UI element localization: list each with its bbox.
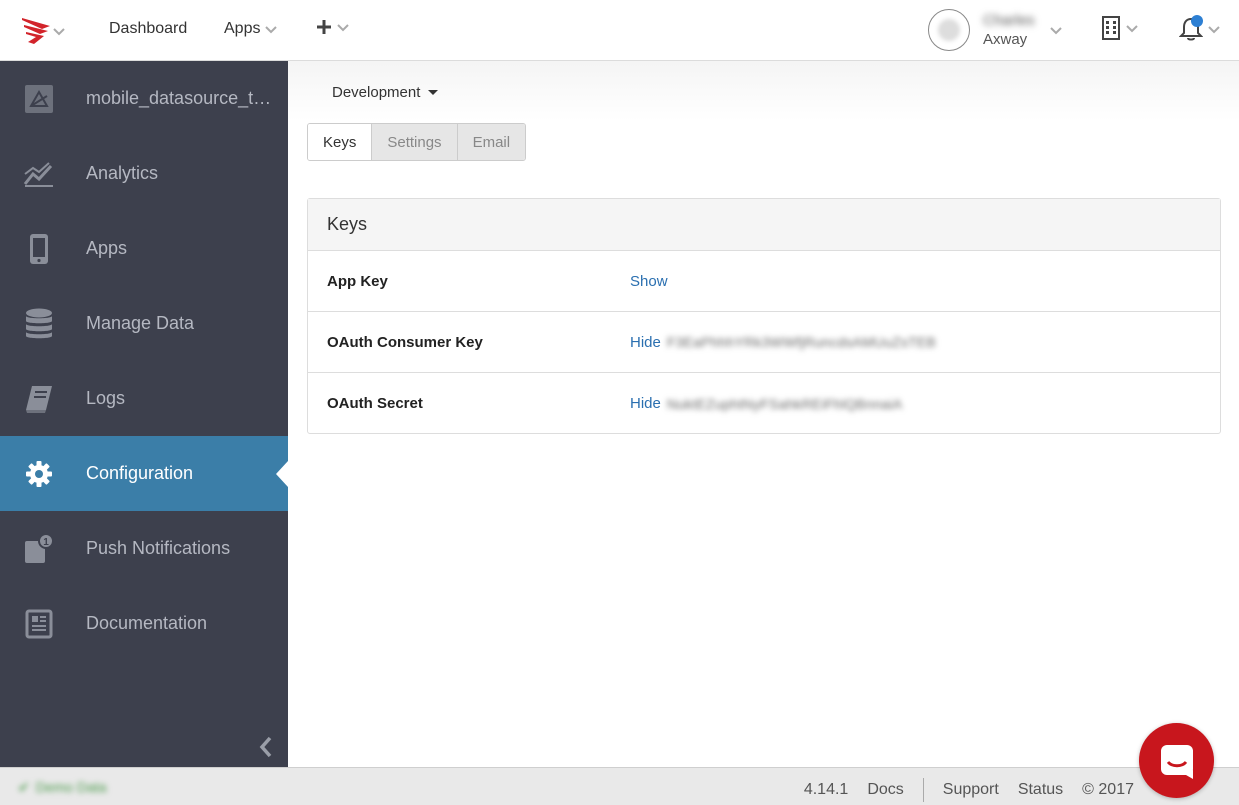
mobile-phone-icon <box>22 232 56 266</box>
footer-status: ✔ Demo Data <box>18 779 107 796</box>
footer-status-text: Demo Data <box>35 779 107 795</box>
logbook-icon <box>22 382 56 416</box>
support-link[interactable]: Support <box>943 781 999 799</box>
key-label-oauth-secret: OAuth Secret <box>327 395 423 412</box>
nav-dashboard-label: Dashboard <box>109 20 188 37</box>
user-photo-icon <box>938 19 960 41</box>
caret-down-icon <box>428 90 439 95</box>
panel-title: Keys <box>308 199 1220 251</box>
building-icon <box>1102 16 1120 40</box>
chevron-down-icon <box>1125 21 1139 35</box>
copyright-text: © 2017 <box>1082 781 1134 798</box>
sidebar-item-label: Push Notifications <box>86 538 231 558</box>
keys-panel: Keys App Key Show OAuth Consumer Key Hid… <box>307 198 1221 434</box>
main-content: Development Keys Settings Email Keys App… <box>288 61 1239 768</box>
create-new-dropdown[interactable] <box>316 19 350 35</box>
active-indicator <box>276 460 288 487</box>
environment-dropdown[interactable]: Development <box>332 84 439 101</box>
analytics-chart-icon <box>22 157 56 191</box>
chevron-down-icon <box>1207 22 1221 36</box>
key-label-app-key: App Key <box>327 272 388 290</box>
key-label-oauth-consumer-key: OAuth Consumer Key <box>327 333 483 351</box>
sidebar-item-label: Apps <box>86 238 128 258</box>
nav-apps-dropdown[interactable]: Apps <box>224 20 278 38</box>
chevron-down-icon <box>1049 23 1063 37</box>
notification-dot <box>1191 15 1203 27</box>
docs-link[interactable]: Docs <box>867 781 903 799</box>
sidebar-item-label: Manage Data <box>86 313 195 333</box>
nav-apps-label: Apps <box>224 20 261 37</box>
notification-badge-icon: 1 <box>22 532 56 566</box>
footer-divider <box>922 778 924 802</box>
sidebar-item-analytics[interactable]: Analytics <box>0 136 288 211</box>
sidebar-item-label: Analytics <box>86 163 159 183</box>
sidebar-item-label: Documentation <box>86 613 208 633</box>
chevron-down-icon <box>264 22 278 36</box>
axway-logo-icon <box>22 18 50 44</box>
app-image-icon <box>22 82 56 116</box>
config-tabs: Keys Settings Email <box>307 123 527 161</box>
oauth-secret-value: NuktEZuphtNyFSahkREiFhlQBnnaiA <box>666 395 903 412</box>
version-label: 4.14.1 <box>803 781 849 798</box>
database-icon <box>22 307 56 341</box>
sidebar-item-label: mobile_datasource_t… <box>86 88 272 108</box>
sidebar-item-app[interactable]: mobile_datasource_t… <box>0 61 288 136</box>
plus-icon <box>317 20 331 34</box>
tab-settings[interactable]: Settings <box>371 124 457 160</box>
user-menu[interactable]: Charles Axway <box>928 9 1063 51</box>
oauth-consumer-key-value: F3EaPhhhYRk3WWfjRuncdsAMUuZsTEB <box>666 334 937 350</box>
environment-label: Development <box>332 84 421 101</box>
show-app-key-link[interactable]: Show <box>630 273 668 290</box>
sidebar-item-documentation[interactable]: Documentation <box>0 586 288 661</box>
organization-menu[interactable] <box>1101 16 1139 40</box>
collapse-sidebar-button[interactable] <box>255 735 277 759</box>
chevron-down-icon <box>336 20 350 34</box>
table-row: OAuth Consumer Key Hide F3EaPhhhYRk3WWfj… <box>308 312 1220 373</box>
tab-keys[interactable]: Keys <box>308 124 372 160</box>
sidebar-item-logs[interactable]: Logs <box>0 361 288 436</box>
chat-support-button[interactable] <box>1139 723 1214 798</box>
table-row: OAuth Secret Hide NuktEZuphtNyFSahkREiFh… <box>308 373 1220 434</box>
sidebar-item-push-notifications[interactable]: 1 Push Notifications <box>0 511 288 586</box>
axway-logo-menu[interactable] <box>20 15 72 47</box>
notification-count: 1 <box>43 537 49 548</box>
sidebar-item-label: Configuration <box>86 463 194 483</box>
table-row: App Key Show <box>308 251 1220 312</box>
footer: ✔ Demo Data 4.14.1 Docs Support Status ©… <box>0 767 1239 805</box>
top-navigation-bar: Dashboard Apps Charles Axway <box>0 0 1239 61</box>
checkmark-icon: ✔ <box>18 779 30 795</box>
user-organization: Axway <box>983 31 1028 48</box>
user-name: Charles <box>983 12 1035 29</box>
sidebar-item-manage-data[interactable]: Manage Data <box>0 286 288 361</box>
sidebar: mobile_datasource_t… Analytics Apps Mana… <box>0 61 288 768</box>
chat-bubble-icon <box>1160 744 1193 779</box>
chevron-left-icon <box>259 736 272 758</box>
sidebar-item-configuration[interactable]: Configuration <box>0 436 288 511</box>
chevron-down-icon <box>52 24 66 38</box>
notifications-menu[interactable] <box>1178 15 1221 42</box>
sidebar-item-apps[interactable]: Apps <box>0 211 288 286</box>
sidebar-item-label: Logs <box>86 388 126 408</box>
status-link[interactable]: Status <box>1018 781 1063 799</box>
document-icon <box>22 607 56 641</box>
tab-email[interactable]: Email <box>456 124 526 160</box>
hide-secret-link[interactable]: Hide <box>630 395 661 412</box>
gear-icon <box>22 457 56 491</box>
hide-consumer-key-link[interactable]: Hide <box>630 334 661 351</box>
nav-dashboard-link[interactable]: Dashboard <box>109 20 187 38</box>
avatar <box>928 9 970 51</box>
